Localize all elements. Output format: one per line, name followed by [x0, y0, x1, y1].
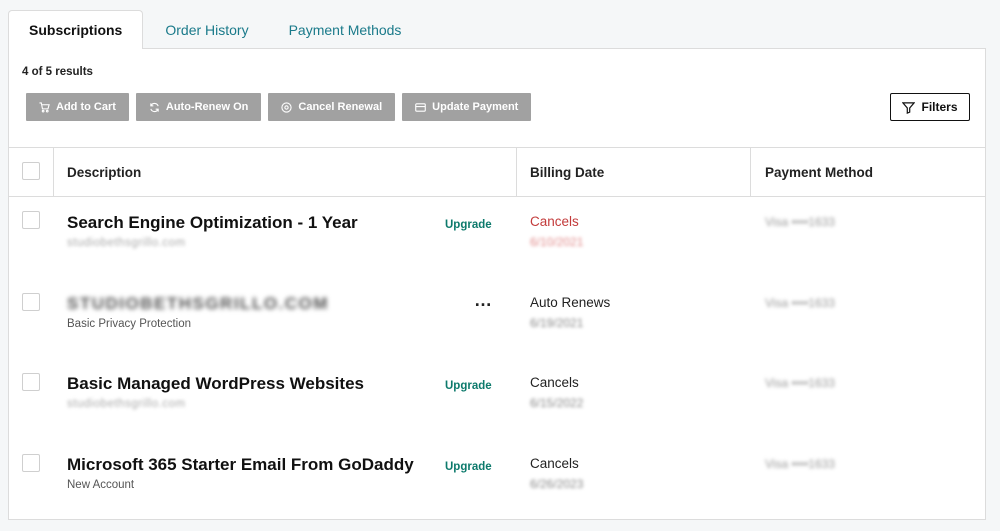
billing-date: 6/15/2022: [530, 396, 584, 410]
product-domain: studiobethsgrillo.com: [67, 398, 186, 410]
more-options-icon[interactable]: …: [474, 290, 493, 311]
table-row: STUDIOBETHSGRILLO.COM Basic Privacy Prot…: [9, 278, 985, 359]
row-checkbox[interactable]: [22, 453, 40, 472]
tab-bar: Subscriptions Order History Payment Meth…: [8, 10, 419, 49]
payment-method: Visa ••••1633: [765, 295, 835, 310]
table-row: Search Engine Optimization - 1 Year stud…: [9, 197, 985, 278]
column-header-payment-method[interactable]: Payment Method: [765, 148, 873, 196]
payment-method: Visa ••••1633: [765, 456, 835, 471]
results-count: 4 of 5 results: [22, 66, 93, 78]
tab-payment-methods[interactable]: Payment Methods: [271, 10, 420, 49]
row-checkbox[interactable]: [22, 292, 40, 311]
add-to-cart-label: Add to Cart: [56, 101, 116, 113]
upgrade-link[interactable]: Upgrade: [445, 461, 492, 473]
billing-status: Cancels: [530, 375, 579, 390]
billing-status: Auto Renews: [530, 294, 611, 310]
billing-date: 6/19/2021: [530, 315, 584, 330]
product-subtitle: New Account: [67, 478, 135, 491]
filter-icon: [902, 101, 916, 114]
subscriptions-table: Description Billing Date Payment Method …: [9, 147, 985, 519]
billing-date: 6/26/2023: [530, 476, 584, 491]
update-payment-label: Update Payment: [432, 101, 519, 113]
product-subtitle: Basic Privacy Protection: [67, 317, 191, 330]
table-header: Description Billing Date Payment Method: [9, 147, 985, 197]
column-header-billing-date[interactable]: Billing Date: [530, 148, 604, 196]
filters-button[interactable]: Filters: [890, 93, 970, 121]
product-title: Basic Managed WordPress Websites: [67, 374, 364, 393]
credit-card-icon: [415, 102, 426, 112]
row-checkbox[interactable]: [22, 211, 40, 229]
billing-status: Cancels: [530, 455, 579, 471]
table-row: Basic Managed WordPress Websites studiob…: [9, 358, 985, 439]
column-header-description[interactable]: Description: [67, 148, 141, 196]
upgrade-link[interactable]: Upgrade: [445, 380, 492, 392]
row-checkbox[interactable]: [22, 373, 40, 391]
tab-order-history[interactable]: Order History: [147, 10, 266, 49]
add-to-cart-button[interactable]: Add to Cart: [26, 93, 129, 121]
bulk-actions: Add to Cart Auto-Renew On Cancel Renewal…: [26, 93, 532, 121]
select-all-checkbox[interactable]: [22, 162, 40, 180]
billing-date: 6/10/2021: [530, 235, 584, 249]
product-title: STUDIOBETHSGRILLO.COM: [67, 293, 329, 313]
refresh-icon: [150, 102, 159, 112]
product-title: Microsoft 365 Starter Email From GoDaddy: [67, 454, 414, 474]
cancel-renewal-label: Cancel Renewal: [298, 101, 383, 113]
product-title: Search Engine Optimization - 1 Year: [67, 213, 358, 232]
subscriptions-panel: 4 of 5 results Add to Cart Auto-Renew On…: [8, 48, 986, 520]
tab-subscriptions[interactable]: Subscriptions: [8, 10, 144, 49]
payment-method: Visa ••••1633: [765, 215, 835, 229]
auto-renew-on-label: Auto-Renew On: [165, 101, 249, 113]
product-domain: studiobethsgrillo.com: [67, 237, 186, 249]
filters-label: Filters: [921, 100, 958, 114]
cancel-renewal-button[interactable]: Cancel Renewal: [268, 93, 396, 121]
upgrade-link[interactable]: Upgrade: [445, 219, 492, 231]
auto-renew-on-button[interactable]: Auto-Renew On: [135, 93, 262, 121]
table-row: Microsoft 365 Starter Email From GoDaddy…: [9, 439, 985, 520]
update-payment-button[interactable]: Update Payment: [402, 93, 532, 121]
cart-icon: [39, 101, 50, 113]
payment-method: Visa ••••1633: [765, 376, 835, 390]
cancel-circle-icon: [281, 101, 293, 113]
billing-status: Cancels: [530, 214, 579, 229]
